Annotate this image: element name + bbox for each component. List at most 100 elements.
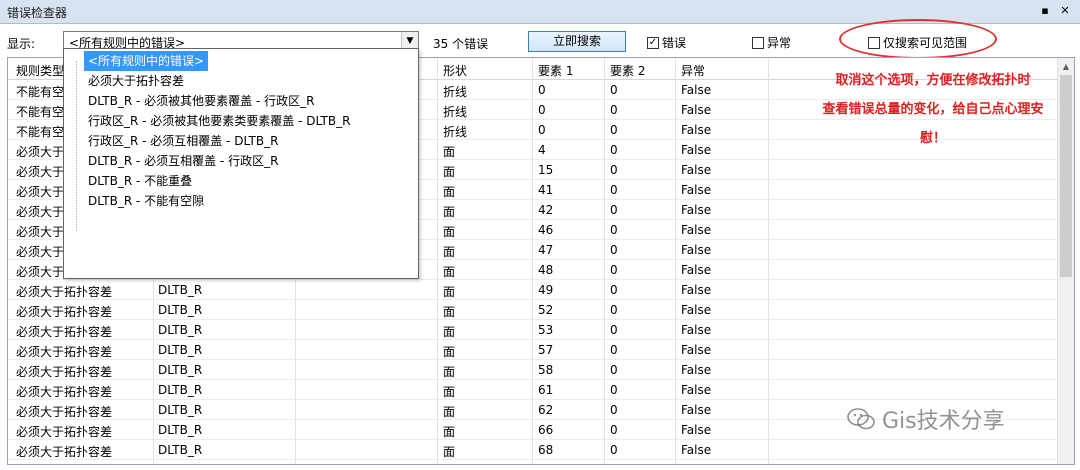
exceptions-checkbox[interactable]: 异常 bbox=[752, 34, 791, 51]
table-cell: 0 bbox=[610, 343, 618, 357]
dropdown-option[interactable]: 行政区_R - 必须互相覆盖 - DLTB_R bbox=[84, 131, 282, 151]
table-cell: 不能有空 bbox=[16, 85, 65, 99]
table-cell: 0 bbox=[610, 183, 618, 197]
table-row[interactable]: 必须大于拓扑容差 DLTB_R 面 58 0 False bbox=[8, 360, 1058, 380]
dropdown-option[interactable]: DLTB_R - 不能重叠 bbox=[84, 171, 196, 191]
table-cell: 必须大于 bbox=[16, 245, 65, 259]
rule-filter-dropdown: <所有规则中的错误> 必须大于拓扑容差 DLTB_R - 必须被其他要素覆盖 - 行… bbox=[63, 48, 419, 279]
table-cell: 面 bbox=[443, 365, 456, 379]
table-cell: 0 bbox=[610, 263, 618, 277]
table-cell: False bbox=[681, 243, 712, 257]
table-cell: DLTB_R bbox=[158, 423, 203, 437]
table-cell: DLTB_R bbox=[158, 283, 203, 297]
table-cell: False bbox=[681, 223, 712, 237]
table-cell: 必须大于 bbox=[16, 185, 65, 199]
table-row[interactable]: 必须大于拓扑容差 DLTB_R 面 57 0 False bbox=[8, 340, 1058, 360]
col-rule-type[interactable]: 规则类型 bbox=[16, 62, 64, 79]
table-cell: 0 bbox=[610, 143, 618, 157]
table-row[interactable]: 必须大于拓扑容差 DLTB_R 面 49 0 False bbox=[8, 280, 1058, 300]
col-feature-2[interactable]: 要素 2 bbox=[610, 62, 645, 79]
table-cell: 61 bbox=[538, 383, 554, 397]
watermark: Gis技术分享 bbox=[846, 403, 1005, 435]
table-cell: 面 bbox=[443, 405, 456, 419]
table-cell: 58 bbox=[538, 363, 554, 377]
table-cell: 0 bbox=[610, 163, 618, 177]
table-cell: 必须大于拓扑容差 bbox=[16, 365, 113, 379]
table-cell: DLTB_R bbox=[158, 323, 203, 337]
table-cell: 必须大于 bbox=[16, 145, 65, 159]
table-cell: 0 bbox=[610, 103, 618, 117]
dropdown-option[interactable]: DLTB_R - 不能有空隙 bbox=[84, 191, 208, 211]
col-exception[interactable]: 异常 bbox=[681, 62, 705, 79]
dropdown-option[interactable]: 必须大于拓扑容差 bbox=[84, 71, 188, 91]
table-cell: 68 bbox=[538, 443, 554, 457]
table-cell: 折线 bbox=[443, 125, 468, 139]
table-cell: 面 bbox=[443, 185, 456, 199]
table-cell: 必须大于拓扑容差 bbox=[16, 345, 113, 359]
table-cell: 面 bbox=[443, 445, 456, 459]
errors-checkbox[interactable]: ✓ 错误 bbox=[647, 34, 686, 51]
col-feature-1[interactable]: 要素 1 bbox=[538, 62, 573, 79]
window-title: 错误检查器 bbox=[7, 6, 68, 20]
table-row[interactable]: 必须大于拓扑容差 DLTB_R 面 52 0 False bbox=[8, 300, 1058, 320]
table-cell: 0 bbox=[610, 83, 618, 97]
show-label: 显示: bbox=[7, 37, 36, 51]
table-cell: 必须大于拓扑容差 bbox=[16, 305, 113, 319]
table-cell: 必须大于拓扑容差 bbox=[16, 285, 113, 299]
pin-icon[interactable]: ▪ bbox=[1038, 3, 1052, 19]
table-cell: False bbox=[681, 143, 712, 157]
table-cell: False bbox=[681, 83, 712, 97]
table-cell: False bbox=[681, 283, 712, 297]
table-cell: 47 bbox=[538, 243, 554, 257]
search-now-button[interactable]: 立即搜索 bbox=[528, 31, 626, 52]
table-cell: False bbox=[681, 323, 712, 337]
scroll-thumb[interactable] bbox=[1060, 75, 1072, 277]
table-cell: 必须大于拓扑容差 bbox=[16, 405, 113, 419]
annotation-line: 取消这个选项，方便在修改拓扑时 bbox=[835, 73, 1031, 88]
close-icon[interactable]: ✕ bbox=[1058, 3, 1072, 19]
table-cell: 必须大于拓扑容差 bbox=[16, 325, 113, 339]
table-cell: False bbox=[681, 123, 712, 137]
dropdown-option[interactable]: DLTB_R - 必须互相覆盖 - 行政区_R bbox=[84, 151, 282, 171]
table-cell: False bbox=[681, 343, 712, 357]
table-cell: False bbox=[681, 103, 712, 117]
table-cell: 0 bbox=[610, 283, 618, 297]
table-cell: 面 bbox=[443, 165, 456, 179]
table-cell: 0 bbox=[610, 363, 618, 377]
annotation-line: 查看错误总量的变化，给自己点心理安 bbox=[822, 102, 1044, 117]
exceptions-checkbox-label: 异常 bbox=[767, 36, 792, 50]
errors-checkbox-box[interactable]: ✓ bbox=[647, 36, 659, 49]
table-row[interactable]: 必须大于拓扑容差 DLTB_R 面 53 0 False bbox=[8, 320, 1058, 340]
vertical-scrollbar[interactable]: ▲ bbox=[1057, 58, 1074, 464]
wechat-icon bbox=[847, 408, 875, 430]
table-cell: False bbox=[681, 383, 712, 397]
table-cell: False bbox=[681, 403, 712, 417]
annotation-line: 慰！ bbox=[919, 131, 946, 146]
table-cell: 0 bbox=[610, 223, 618, 237]
errors-checkbox-label: 错误 bbox=[662, 36, 687, 50]
exceptions-checkbox-box[interactable] bbox=[752, 36, 764, 49]
table-cell: 必须大于 bbox=[16, 205, 65, 219]
table-row[interactable]: 必须大于拓扑容差 DLTB_R 面 61 0 False bbox=[8, 380, 1058, 400]
table-cell: False bbox=[681, 423, 712, 437]
table-cell: False bbox=[681, 363, 712, 377]
table-cell: 面 bbox=[443, 325, 456, 339]
table-cell: 面 bbox=[443, 385, 456, 399]
table-cell: 0 bbox=[610, 203, 618, 217]
table-row[interactable]: 必须大于拓扑容差 DLTB_R 面 68 0 False bbox=[8, 440, 1058, 460]
table-cell: 53 bbox=[538, 323, 554, 337]
scroll-up-icon[interactable]: ▲ bbox=[1058, 58, 1074, 75]
dropdown-option[interactable]: DLTB_R - 必须被其他要素覆盖 - 行政区_R bbox=[84, 91, 318, 111]
dropdown-option[interactable]: 行政区_R - 必须被其他要素类要素覆盖 - DLTB_R bbox=[84, 111, 354, 131]
table-cell: 0 bbox=[610, 243, 618, 257]
table-cell: 面 bbox=[443, 345, 456, 359]
dropdown-option[interactable]: <所有规则中的错误> bbox=[84, 51, 209, 71]
col-shape[interactable]: 形状 bbox=[443, 62, 467, 79]
table-cell: False bbox=[681, 203, 712, 217]
table-cell: 折线 bbox=[443, 85, 468, 99]
table-cell: DLTB_R bbox=[158, 343, 203, 357]
table-cell: False bbox=[681, 443, 712, 457]
table-cell: 不能有空 bbox=[16, 125, 65, 139]
table-cell: 0 bbox=[610, 423, 618, 437]
table-cell: 49 bbox=[538, 283, 554, 297]
